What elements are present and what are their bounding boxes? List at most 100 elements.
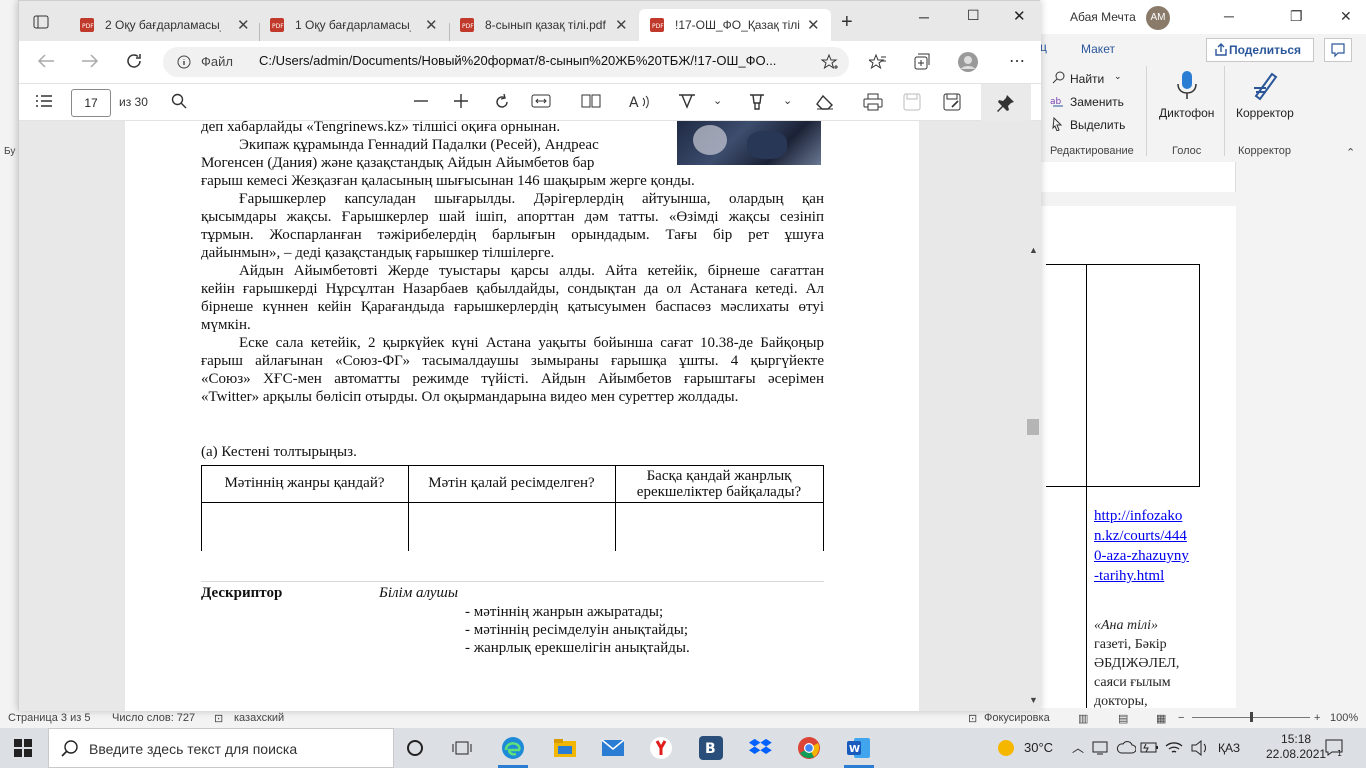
print-icon[interactable] bbox=[863, 93, 883, 111]
dropbox-icon[interactable] bbox=[748, 736, 774, 760]
word-restore-icon[interactable]: ❐ bbox=[1290, 8, 1303, 25]
weather-temperature[interactable]: 30°C bbox=[1024, 740, 1053, 755]
file-explorer-icon[interactable] bbox=[552, 736, 578, 760]
read-mode-icon[interactable]: ▥ bbox=[1078, 712, 1088, 725]
notification-center-button[interactable]: 1 bbox=[1324, 738, 1346, 758]
print-layout-icon[interactable]: ▤ bbox=[1118, 712, 1128, 725]
chevron-down-icon[interactable]: ⌄ bbox=[713, 94, 722, 107]
fit-page-icon[interactable] bbox=[531, 93, 551, 109]
zoom-in-icon[interactable] bbox=[453, 93, 469, 109]
forward-icon[interactable] bbox=[81, 53, 99, 69]
word-close-icon[interactable]: ✕ bbox=[1340, 8, 1352, 25]
status-language[interactable]: казахский bbox=[234, 712, 284, 724]
cloud-icon[interactable] bbox=[1116, 739, 1136, 757]
taskbar-search[interactable]: Введите здесь текст для поиска bbox=[48, 728, 394, 768]
network-icon[interactable] bbox=[1092, 740, 1112, 756]
collections-icon[interactable] bbox=[913, 53, 931, 71]
svg-text:A: A bbox=[629, 95, 639, 111]
replace-button[interactable]: Заменить bbox=[1070, 95, 1124, 109]
maximize-icon[interactable]: ☐ bbox=[967, 7, 980, 24]
avatar[interactable]: АМ bbox=[1146, 6, 1170, 30]
scroll-up-icon[interactable]: ▲ bbox=[1029, 245, 1038, 255]
info-icon[interactable] bbox=[177, 55, 191, 69]
zoom-in-icon[interactable]: + bbox=[1314, 712, 1320, 724]
draw-icon[interactable] bbox=[677, 93, 697, 111]
task-view-icon[interactable] bbox=[452, 739, 472, 757]
zoom-out-icon[interactable] bbox=[413, 93, 429, 109]
web-layout-icon[interactable]: ▦ bbox=[1156, 712, 1166, 725]
windows-start-icon[interactable] bbox=[14, 739, 32, 757]
zoom-out-icon[interactable]: − bbox=[1178, 712, 1184, 724]
source-text: «Ана тілі» газеті, Бәкір ӘБДІЖӘЛЕЛ, саяс… bbox=[1094, 616, 1192, 711]
find-icon bbox=[1052, 71, 1065, 84]
cortana-icon[interactable] bbox=[406, 739, 424, 757]
wifi-icon[interactable] bbox=[1164, 739, 1184, 757]
clock[interactable]: 15:18 22.08.2021 bbox=[1266, 732, 1326, 762]
rotate-icon[interactable] bbox=[493, 93, 511, 111]
back-icon[interactable] bbox=[37, 53, 55, 69]
page-number-input[interactable]: 17 bbox=[71, 89, 111, 117]
input-language[interactable]: ҚАЗ bbox=[1218, 741, 1240, 755]
refresh-icon[interactable] bbox=[125, 52, 143, 70]
proofing-icon[interactable]: ⊡ bbox=[214, 712, 223, 725]
zoom-level[interactable]: 100% bbox=[1330, 712, 1358, 724]
page-view-icon[interactable] bbox=[581, 93, 601, 109]
tab-3[interactable]: PDF 8-сынып қазақ тілі.pdf ✕ bbox=[449, 9, 639, 41]
close-window-icon[interactable]: ✕ bbox=[1013, 7, 1026, 25]
profile-icon[interactable] bbox=[957, 51, 979, 73]
close-icon[interactable]: ✕ bbox=[615, 16, 628, 34]
url-text[interactable]: C:/Users/admin/Documents/Новый%20формат/… bbox=[259, 53, 819, 68]
collapse-ribbon-icon[interactable]: ⌃ bbox=[1346, 146, 1355, 159]
pin-toolbar-button[interactable] bbox=[981, 84, 1031, 121]
chevron-down-icon[interactable]: ⌄ bbox=[783, 94, 792, 107]
close-icon[interactable]: ✕ bbox=[425, 16, 438, 34]
find-button[interactable]: Найти bbox=[1070, 72, 1104, 86]
yandex-browser-icon[interactable] bbox=[648, 736, 674, 760]
chrome-icon[interactable] bbox=[796, 736, 822, 760]
volume-icon[interactable] bbox=[1190, 739, 1210, 757]
close-icon[interactable]: ✕ bbox=[237, 16, 250, 34]
edge-browser-icon[interactable] bbox=[500, 736, 526, 760]
save-as-icon[interactable] bbox=[943, 93, 961, 111]
favorites-icon[interactable] bbox=[869, 53, 887, 71]
tab-actions-icon[interactable] bbox=[33, 15, 49, 29]
close-icon[interactable]: ✕ bbox=[807, 16, 820, 34]
tab-4-active[interactable]: PDF !17-ОШ_ФО_Қазақ тілі ✕ bbox=[639, 9, 831, 41]
save-icon[interactable] bbox=[903, 93, 921, 111]
word-left-edge bbox=[0, 120, 18, 708]
focus-icon[interactable]: ⊡ bbox=[968, 712, 977, 725]
status-words[interactable]: Число слов: 727 bbox=[112, 712, 195, 724]
tab-1[interactable]: PDF 2 Оқу бағдарламасы_Қ ✕ bbox=[69, 9, 260, 41]
dictate-button[interactable]: Диктофон bbox=[1159, 106, 1214, 120]
word-minimize-icon[interactable]: ─ bbox=[1224, 8, 1234, 24]
focus-button[interactable]: Фокусировка bbox=[984, 712, 1050, 724]
chevron-down-icon[interactable]: ⌄ bbox=[1114, 71, 1122, 82]
editor-button[interactable]: Корректор bbox=[1236, 106, 1294, 120]
tray-expand-icon[interactable]: ︿ bbox=[1072, 739, 1084, 756]
tab-2[interactable]: PDF 1 Оқу бағдарламасы_Қ ✕ bbox=[259, 9, 450, 41]
scroll-down-icon[interactable]: ▼ bbox=[1029, 695, 1038, 705]
word-user-name[interactable]: Абая Мечта bbox=[1070, 10, 1136, 24]
text-line: Могенсен (Дания) және қазақстандық Айдын… bbox=[201, 155, 595, 171]
mail-icon[interactable] bbox=[600, 736, 626, 760]
source-link[interactable]: http://infozakon.kz/courts/4440-aza-zhaz… bbox=[1094, 506, 1192, 586]
minimize-icon[interactable]: ─ bbox=[919, 9, 929, 25]
search-icon[interactable] bbox=[171, 93, 187, 109]
add-favorite-icon[interactable] bbox=[821, 54, 839, 72]
new-tab-icon[interactable]: + bbox=[841, 11, 853, 34]
select-button[interactable]: Выделить bbox=[1070, 118, 1125, 132]
status-page[interactable]: Страница 3 из 5 bbox=[8, 712, 90, 724]
weather-sun-icon[interactable] bbox=[996, 738, 1016, 758]
zoom-slider-thumb[interactable] bbox=[1250, 712, 1253, 722]
more-icon[interactable]: ⋯ bbox=[1009, 51, 1025, 71]
scrollbar-thumb[interactable] bbox=[1027, 419, 1039, 435]
highlight-icon[interactable] bbox=[747, 93, 767, 111]
word-app-icon[interactable]: W bbox=[846, 736, 872, 760]
word-tab-layout[interactable]: Макет bbox=[1081, 42, 1115, 56]
contents-icon[interactable] bbox=[35, 93, 53, 109]
comments-button[interactable] bbox=[1324, 38, 1352, 62]
battery-icon[interactable] bbox=[1140, 740, 1160, 756]
vk-app-icon[interactable]: В bbox=[698, 736, 724, 760]
read-aloud-icon[interactable]: A bbox=[629, 93, 651, 111]
eraser-icon[interactable] bbox=[815, 93, 835, 111]
